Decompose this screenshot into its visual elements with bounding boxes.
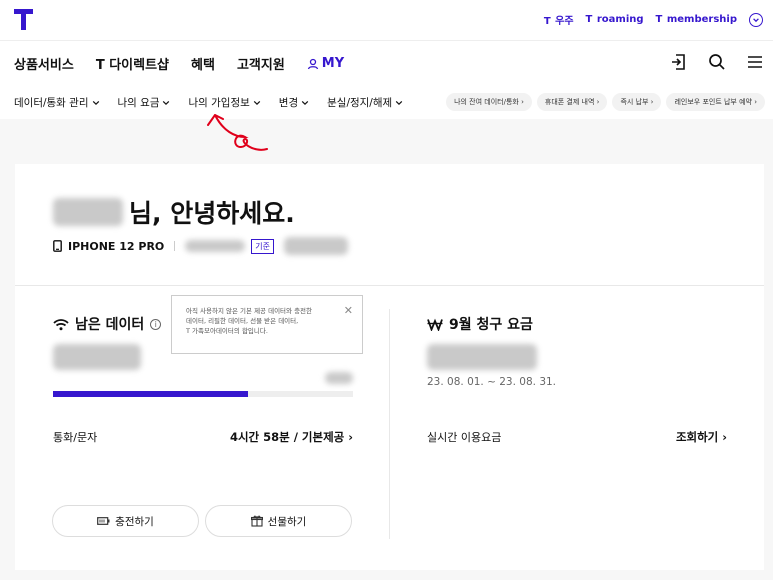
nav-benefits[interactable]: 혜택: [191, 54, 215, 73]
account-card: 님, 안녕하세요. IPHONE 12 PRO 기준 남은 데이터 i 통화/문…: [15, 164, 764, 570]
pill-phone-payment[interactable]: 휴대폰 결제 내역 ›: [536, 93, 608, 111]
gift-button[interactable]: 선물하기: [205, 505, 352, 537]
subnav-lost-suspend[interactable]: 분실/정지/해제: [327, 95, 403, 110]
chevron-down-icon: [395, 100, 403, 105]
menu-icon[interactable]: [745, 52, 765, 72]
billing-period: 23. 08. 01. ~ 23. 08. 31.: [427, 376, 557, 388]
top-bar: T 우주 T roaming T membership: [0, 0, 773, 40]
tooltip-line: 아직 사용하지 않은 기본 제공 데이터와 충전한: [186, 307, 313, 315]
data-progress-fill: [53, 391, 248, 397]
subnav-my-fee[interactable]: 나의 요금: [118, 95, 171, 110]
pill-instant-pay[interactable]: 즉시 납부 ›: [612, 93, 662, 111]
phone-icon: [53, 240, 62, 252]
info-icon[interactable]: i: [150, 318, 162, 330]
gift-icon: [250, 515, 263, 527]
won-icon: [427, 318, 443, 331]
call-value: 4시간 58분 / 기본제공 ›: [229, 430, 353, 444]
chevron-down-icon: [301, 100, 309, 105]
greeting: 님, 안녕하세요.: [53, 194, 295, 230]
plan-name-redacted: [284, 237, 349, 255]
subnav-data-call[interactable]: 데이터/통화 관리: [14, 95, 100, 110]
chevron-down-icon: [163, 100, 170, 105]
call-label: 통화/문자: [53, 431, 98, 444]
sub-nav: 데이터/통화 관리 나의 요금 나의 가입정보 변경 분실/정지/해제 나의 잔…: [0, 85, 773, 119]
bill-section: 9월 청구 요금 23. 08. 01. ~ 23. 08. 31. 실시간 이…: [427, 314, 727, 444]
nav-my-label: MY: [321, 56, 345, 71]
chevron-down-icon: [92, 100, 99, 105]
realtime-fee-link[interactable]: 조회하기 ›: [676, 429, 727, 445]
nav-products[interactable]: 상품서비스: [14, 54, 74, 73]
logout-icon[interactable]: [669, 52, 689, 72]
wifi-icon: [53, 318, 69, 330]
tooltip-line: 데이터, 리필한 데이터, 선물 받은 데이터,: [186, 317, 299, 326]
t-universe-link[interactable]: T 우주: [544, 12, 574, 27]
pill-remaining-data[interactable]: 나의 잔여 데이터/통화 ›: [446, 93, 532, 111]
subnav-change[interactable]: 변경: [279, 95, 309, 110]
t-logo[interactable]: [14, 9, 33, 30]
tooltip-line: T 가족모아데이터의 합입니다.: [186, 327, 268, 336]
realtime-fee-label: 실시간 이용요금: [427, 431, 502, 444]
person-icon: [307, 58, 318, 69]
user-name-redacted: [53, 198, 123, 226]
chevron-down-icon: [253, 100, 261, 105]
chevron-down-icon[interactable]: [749, 12, 763, 27]
total-data-redacted: [325, 372, 353, 384]
top-links: T 우주 T roaming T membership: [544, 12, 763, 27]
main-nav: 상품서비스 T 다이렉트샵 혜택 고객지원 MY: [0, 40, 773, 85]
t-roaming-link[interactable]: T roaming: [586, 14, 644, 25]
data-progress-bar: [53, 391, 353, 397]
device-model: IPHONE 12 PRO: [68, 239, 165, 253]
battery-icon: [97, 517, 110, 525]
subnav-my-subscription[interactable]: 나의 가입정보: [188, 95, 261, 110]
greeting-text: 님, 안녕하세요.: [129, 199, 295, 228]
divider: [389, 309, 390, 539]
bill-section-title: 9월 청구 요금: [427, 314, 727, 334]
bill-amount-redacted: [427, 344, 537, 370]
search-icon[interactable]: [707, 52, 727, 72]
data-info-tooltip: ✕ 아직 사용하지 않은 기본 제공 데이터와 충전한 데이터, 리필한 데이터…: [171, 295, 363, 354]
phone-number-redacted: [185, 240, 246, 252]
nav-my[interactable]: MY: [307, 54, 344, 73]
annotation-scribble: [207, 114, 268, 151]
remaining-data-redacted: [53, 344, 141, 370]
realtime-fee-row[interactable]: 실시간 이용요금 조회하기 ›: [427, 429, 727, 445]
call-row[interactable]: 통화/문자 4시간 58분 / 기본제공 ›: [53, 429, 353, 445]
t-membership-link[interactable]: T membership: [656, 14, 737, 25]
device-info: IPHONE 12 PRO 기준: [53, 237, 349, 255]
charge-button[interactable]: 충전하기: [52, 505, 199, 537]
status-badge: 기준: [251, 238, 275, 254]
divider: [15, 285, 764, 286]
nav-support[interactable]: 고객지원: [237, 54, 285, 73]
close-icon[interactable]: ✕: [344, 302, 353, 319]
pill-rainbow-point[interactable]: 레인보우 포인트 납부 예약 ›: [666, 93, 765, 111]
separator: [174, 241, 176, 251]
nav-direct-shop[interactable]: T 다이렉트샵: [96, 54, 169, 73]
